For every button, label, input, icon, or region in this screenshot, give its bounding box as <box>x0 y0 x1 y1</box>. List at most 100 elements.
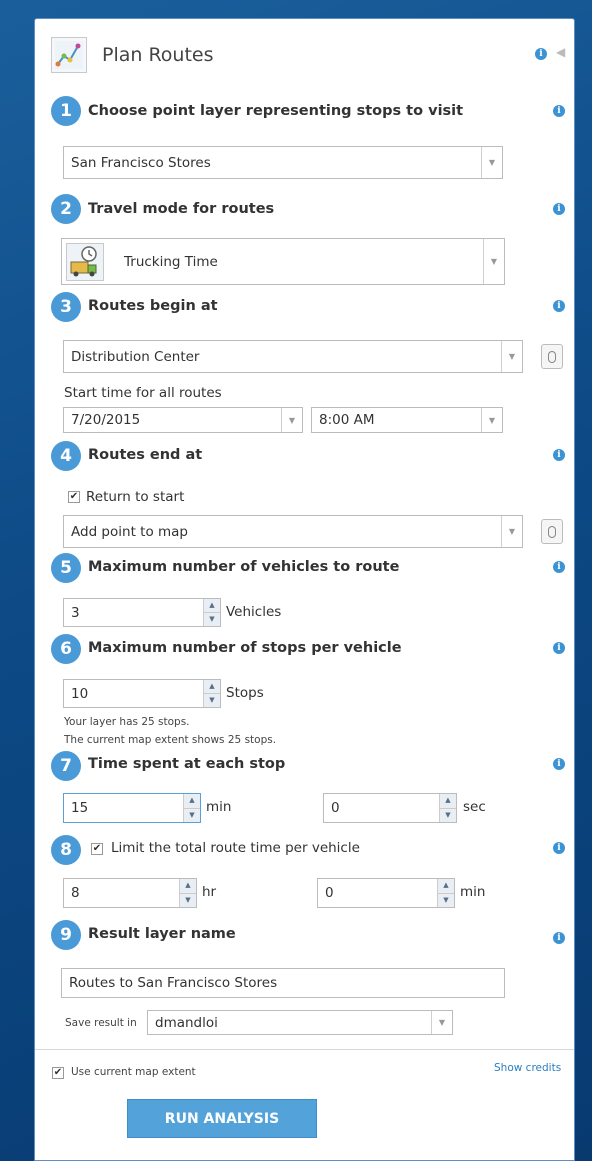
stop-time-min-value: 15 <box>71 800 89 816</box>
return-to-start-label: Return to start <box>86 489 185 505</box>
step-8-info-icon[interactable]: i <box>553 842 565 854</box>
step-9-info-icon[interactable]: i <box>553 932 565 944</box>
start-time-select[interactable]: 8:00 AM ▼ <box>311 407 503 433</box>
chevron-down-icon[interactable]: ▼ <box>501 516 522 547</box>
spin-up-icon[interactable]: ▲ <box>438 879 454 894</box>
chevron-down-icon[interactable]: ▼ <box>501 341 522 372</box>
step-4-label: Routes end at <box>88 447 203 463</box>
route-time-min-stepper[interactable]: 0 ▲ ▼ <box>317 878 455 908</box>
step-2-number: 2 <box>51 194 81 224</box>
stepper-arrows[interactable]: ▲ ▼ <box>437 879 454 907</box>
layer-stops-note: Your layer has 25 stops. <box>64 716 190 728</box>
add-begin-point-button[interactable] <box>541 344 563 369</box>
limit-route-time-checkbox[interactable]: ✔ <box>91 843 103 855</box>
show-credits-link[interactable]: Show credits <box>494 1062 561 1074</box>
use-map-extent-checkbox[interactable]: ✔ <box>52 1067 64 1079</box>
step-8-label: Limit the total route time per vehicle <box>111 840 360 856</box>
stepper-arrows[interactable]: ▲ ▼ <box>203 599 220 626</box>
step-6-info-icon[interactable]: i <box>553 642 565 654</box>
step-7-label: Time spent at each stop <box>88 756 286 772</box>
max-stops-stepper[interactable]: 10 ▲ ▼ <box>63 679 221 708</box>
run-analysis-button[interactable]: RUN ANALYSIS <box>127 1099 317 1138</box>
chevron-down-icon[interactable]: ▼ <box>483 239 504 284</box>
spin-up-icon[interactable]: ▲ <box>204 599 220 613</box>
step-1-info-icon[interactable]: i <box>553 105 565 117</box>
spin-up-icon[interactable]: ▲ <box>180 879 196 894</box>
page-title: Plan Routes <box>102 44 214 66</box>
step-9-number: 9 <box>51 920 81 950</box>
chevron-down-icon[interactable]: ▼ <box>481 147 502 178</box>
footer-divider <box>35 1049 574 1050</box>
save-result-label: Save result in <box>65 1017 137 1029</box>
start-time-label: Start time for all routes <box>64 385 222 401</box>
route-time-min-unit: min <box>460 884 486 900</box>
spin-down-icon[interactable]: ▼ <box>204 613 220 626</box>
stops-layer-select[interactable]: San Francisco Stores ▼ <box>63 146 503 179</box>
step-5-number: 5 <box>51 553 81 583</box>
travel-mode-value: Trucking Time <box>124 253 218 270</box>
chevron-down-icon[interactable]: ▼ <box>281 408 302 432</box>
route-time-hr-unit: hr <box>202 884 217 900</box>
step-1-number: 1 <box>51 96 81 126</box>
plan-routes-tool-icon <box>51 37 87 73</box>
step-7-number: 7 <box>51 751 81 781</box>
stop-time-sec-unit: sec <box>463 799 486 815</box>
route-time-hr-stepper[interactable]: 8 ▲ ▼ <box>63 878 197 908</box>
return-to-start-checkbox[interactable]: ✔ <box>68 491 80 503</box>
max-vehicles-stepper[interactable]: 3 ▲ ▼ <box>63 598 221 627</box>
step-6-label: Maximum number of stops per vehicle <box>88 640 402 656</box>
step-4-info-icon[interactable]: i <box>553 449 565 461</box>
stepper-arrows[interactable]: ▲ ▼ <box>203 680 220 707</box>
routes-begin-value: Distribution Center <box>71 348 200 365</box>
routes-end-value: Add point to map <box>71 523 188 540</box>
step-5-label: Maximum number of vehicles to route <box>88 559 400 575</box>
collapse-caret-icon[interactable]: ◀ <box>556 45 565 59</box>
stop-time-min-unit: min <box>206 799 232 815</box>
spin-down-icon[interactable]: ▼ <box>180 893 196 907</box>
step-6-number: 6 <box>51 634 81 664</box>
chevron-down-icon[interactable]: ▼ <box>481 408 502 432</box>
start-time-value: 8:00 AM <box>319 412 375 428</box>
route-time-hr-value: 8 <box>71 885 80 901</box>
travel-mode-select[interactable]: Trucking Time ▼ <box>61 238 505 285</box>
spin-down-icon[interactable]: ▼ <box>438 893 454 907</box>
step-3-info-icon[interactable]: i <box>553 300 565 312</box>
max-vehicles-value: 3 <box>71 604 80 621</box>
step-5-info-icon[interactable]: i <box>553 561 565 573</box>
step-3-number: 3 <box>51 292 81 322</box>
step-2-info-icon[interactable]: i <box>553 203 565 215</box>
info-icon[interactable]: i <box>535 48 547 60</box>
step-4-number: 4 <box>51 441 81 471</box>
start-date-value: 7/20/2015 <box>71 412 141 428</box>
routes-end-select[interactable]: Add point to map ▼ <box>63 515 523 548</box>
result-layer-name-input[interactable]: Routes to San Francisco Stores <box>61 968 505 998</box>
stops-layer-value: San Francisco Stores <box>71 154 211 171</box>
route-time-min-value: 0 <box>325 885 334 901</box>
spin-down-icon[interactable]: ▼ <box>204 694 220 707</box>
step-2-label: Travel mode for routes <box>88 201 275 217</box>
step-7-info-icon[interactable]: i <box>553 758 565 770</box>
stepper-arrows[interactable]: ▲ ▼ <box>179 879 196 907</box>
spin-up-icon[interactable]: ▲ <box>204 680 220 694</box>
use-map-extent-label: Use current map extent <box>71 1066 196 1078</box>
max-stops-value: 10 <box>71 685 89 702</box>
pin-icon <box>548 350 556 363</box>
stop-time-sec-stepper[interactable]: 0 ▲ ▼ <box>323 793 457 823</box>
result-layer-name-value: Routes to San Francisco Stores <box>69 975 278 991</box>
truck-clock-icon <box>66 242 104 281</box>
vehicles-unit-label: Vehicles <box>226 604 282 620</box>
start-date-select[interactable]: 7/20/2015 ▼ <box>63 407 303 433</box>
spin-up-icon[interactable]: ▲ <box>184 794 200 809</box>
step-1-label: Choose point layer representing stops to… <box>88 103 464 119</box>
chevron-down-icon[interactable]: ▼ <box>431 1011 452 1034</box>
stop-time-min-stepper[interactable]: 15 ▲ ▼ <box>63 793 201 823</box>
stepper-arrows[interactable]: ▲ ▼ <box>183 794 200 822</box>
spin-down-icon[interactable]: ▼ <box>184 808 200 822</box>
spin-up-icon[interactable]: ▲ <box>440 794 456 809</box>
save-folder-select[interactable]: dmandloi ▼ <box>147 1010 453 1035</box>
add-end-point-button[interactable] <box>541 519 563 544</box>
stepper-arrows[interactable]: ▲ ▼ <box>439 794 456 822</box>
spin-down-icon[interactable]: ▼ <box>440 808 456 822</box>
routes-begin-select[interactable]: Distribution Center ▼ <box>63 340 523 373</box>
stop-time-sec-value: 0 <box>331 800 340 816</box>
